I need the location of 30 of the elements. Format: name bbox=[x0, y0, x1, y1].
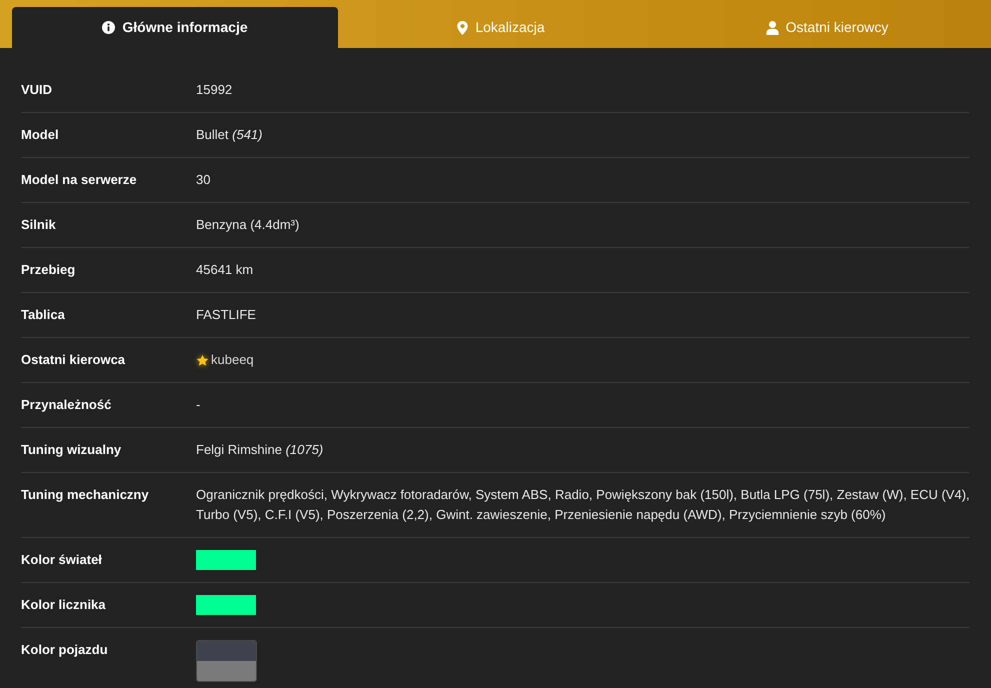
field-label: Przebieg bbox=[21, 261, 76, 279]
field-label: Ostatni kierowca bbox=[21, 351, 126, 369]
field-label: Kolor licznika bbox=[21, 596, 107, 614]
field-label: Model bbox=[21, 126, 60, 144]
field-label: Kolor świateł bbox=[21, 551, 103, 569]
field-value: 15992 bbox=[196, 82, 232, 97]
field-value: 30 bbox=[196, 172, 210, 187]
field-label: Tuning wizualny bbox=[21, 441, 122, 459]
star-icon bbox=[196, 354, 209, 366]
tab[interactable]: Ostatni kierowcy bbox=[664, 7, 990, 48]
driver-name: kubeeq bbox=[211, 351, 254, 369]
field-value: FASTLIFE bbox=[196, 307, 256, 322]
field-value: Bullet (541) bbox=[196, 127, 262, 142]
field-value: Ogranicznik prędkości, Wykrywacz fotoradarów, System ABS, Radio, Powiększony bak (150l), Butla LPG (75l), Zestaw (W), ECU (V4), Turbo (V5), C.F.I (V5), Poszerzenia (2,2), Gwint. zawieszenie, Przeniesienie napędu (AWD), Przyciemnienie szyb (60%) bbox=[196, 487, 970, 522]
tab[interactable]: Lokalizacja bbox=[338, 7, 664, 48]
field-label: Silnik bbox=[21, 216, 57, 234]
field-label: Przynależność bbox=[21, 396, 112, 414]
field-value: - bbox=[196, 397, 200, 412]
field-label: Tuning mechaniczny bbox=[21, 486, 150, 504]
field-label: Tablica bbox=[21, 306, 66, 324]
field-label: Model na serwerze bbox=[21, 171, 138, 189]
field-value: 45641 km bbox=[196, 262, 254, 277]
field-label: VUID bbox=[21, 81, 54, 99]
person-icon bbox=[766, 20, 779, 34]
tab[interactable]: Główne informacje bbox=[12, 7, 338, 48]
field-value: Felgi Rimshine (1075) bbox=[196, 442, 324, 457]
map-pin-icon bbox=[457, 20, 468, 34]
field-value: Benzyna (4.4dm³) bbox=[196, 217, 300, 232]
info-icon bbox=[102, 21, 116, 34]
field-label: Kolor pojazdu bbox=[21, 641, 109, 659]
